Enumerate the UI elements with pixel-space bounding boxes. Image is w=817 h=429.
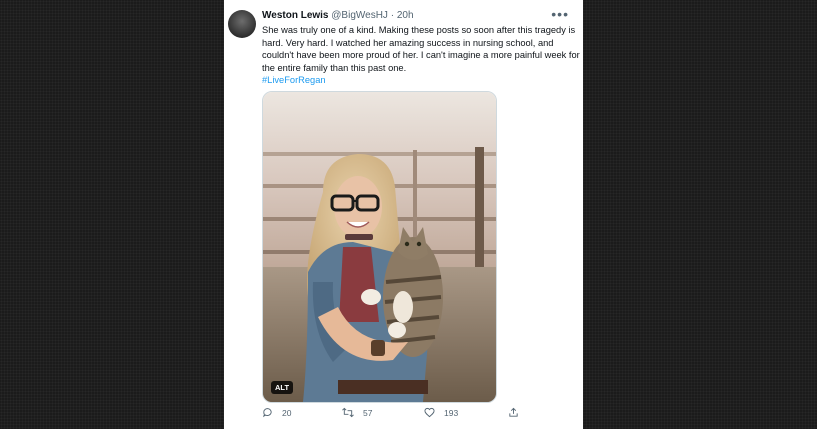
tweet-card[interactable]: Weston Lewis @BigWesHJ · 20h ••• She was… (224, 0, 583, 429)
separator-dot: · (390, 10, 395, 21)
retweet-icon (342, 407, 354, 418)
reply-count: 20 (282, 407, 292, 418)
share-icon (509, 407, 518, 417)
hashtag-link[interactable]: #LiveForRegan (262, 74, 580, 87)
reply-icon (263, 408, 272, 418)
heart-icon (424, 407, 435, 418)
author-handle[interactable]: @BigWesHJ (331, 10, 388, 21)
tweet-text: She was truly one of a kind. Making thes… (262, 24, 580, 87)
tweet-time[interactable]: 20h (397, 10, 414, 21)
avatar[interactable] (228, 10, 256, 38)
like-count: 193 (444, 407, 459, 418)
share-button[interactable] (508, 407, 528, 418)
retweet-count: 57 (363, 407, 373, 418)
author-name[interactable]: Weston Lewis (262, 10, 329, 21)
tweet-body: She was truly one of a kind. Making thes… (262, 25, 580, 73)
photo-image (263, 92, 496, 402)
tweet-photo[interactable]: ALT (262, 91, 497, 403)
reply-button[interactable]: 20 (262, 407, 291, 418)
like-button[interactable]: 193 (424, 407, 458, 418)
tweet-actions: 20 57 193 (262, 407, 542, 421)
more-horizontal-icon[interactable]: ••• (551, 7, 569, 21)
alt-badge[interactable]: ALT (271, 381, 294, 394)
tweet-header: Weston Lewis @BigWesHJ · 20h (262, 10, 414, 22)
retweet-button[interactable]: 57 (342, 407, 372, 418)
